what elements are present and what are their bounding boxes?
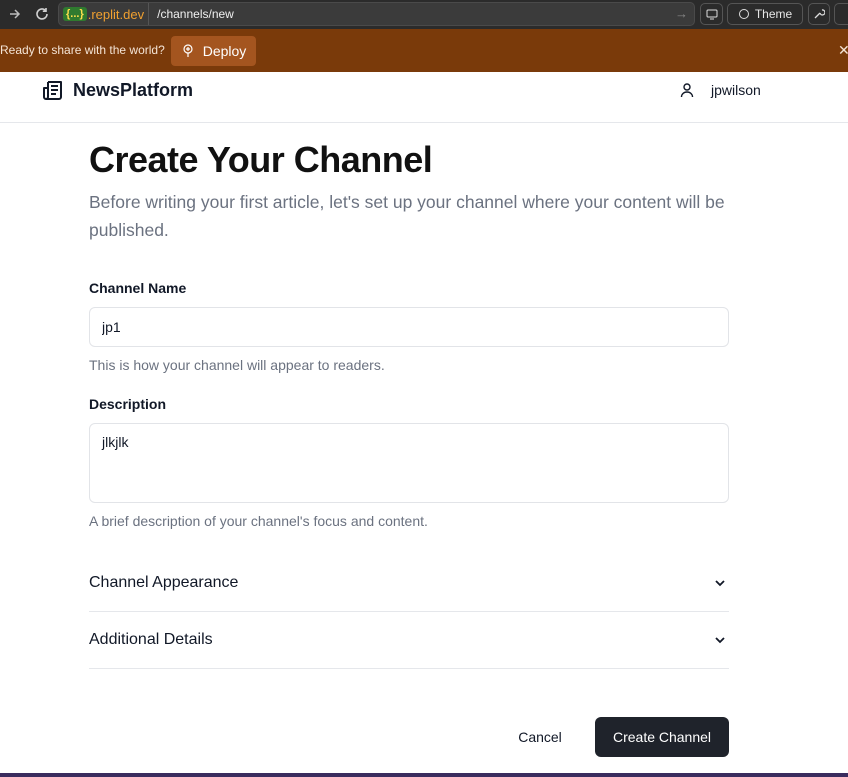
address-bar[interactable]: {...} .replit.dev /channels/new → xyxy=(58,2,695,26)
banner-text: Ready to share with the world? xyxy=(0,43,165,57)
monitor-icon xyxy=(706,9,717,20)
channel-name-label: Channel Name xyxy=(89,280,187,296)
deploy-label: Deploy xyxy=(202,43,247,59)
url-badge: {...} xyxy=(63,7,87,21)
app-header: NewsPlatform jpwilson xyxy=(0,72,848,123)
channel-name-help: This is how your channel will appear to … xyxy=(89,357,385,373)
theme-button[interactable]: Theme xyxy=(727,3,803,25)
theme-label: Theme xyxy=(754,7,793,21)
forward-icon[interactable] xyxy=(3,2,27,26)
section-label: Channel Appearance xyxy=(89,574,239,591)
browser-toolbar: {...} .replit.dev /channels/new → Theme xyxy=(0,0,848,29)
url-domain: {...} .replit.dev xyxy=(59,3,150,25)
description-textarea[interactable]: jlkjlk xyxy=(89,423,729,503)
channel-name-input[interactable] xyxy=(89,307,729,347)
palette-icon xyxy=(738,9,749,19)
additional-details-section[interactable]: Additional Details xyxy=(89,612,729,669)
reload-icon[interactable] xyxy=(30,2,54,26)
chevron-down-icon xyxy=(715,637,725,644)
devtools-button[interactable] xyxy=(700,3,723,25)
go-arrow-icon[interactable]: → xyxy=(675,6,688,21)
brand-name[interactable]: NewsPlatform xyxy=(73,80,193,101)
newspaper-icon[interactable] xyxy=(41,78,65,102)
user-icon[interactable] xyxy=(679,82,695,98)
wrench-button[interactable] xyxy=(808,3,830,25)
deploy-icon xyxy=(183,44,193,57)
description-help: A brief description of your channel's fo… xyxy=(89,513,428,529)
description-label: Description xyxy=(89,396,167,412)
bottom-strip xyxy=(0,773,848,777)
create-channel-button[interactable]: Create Channel xyxy=(595,717,729,757)
deploy-button[interactable]: Deploy xyxy=(171,36,256,66)
cancel-button[interactable]: Cancel xyxy=(504,717,576,757)
toolbar-more-button[interactable] xyxy=(834,3,848,25)
url-path: /channels/new xyxy=(157,7,234,21)
section-label: Additional Details xyxy=(89,631,213,648)
deploy-banner: Ready to share with the world? Deploy ✕ xyxy=(0,29,848,72)
wrench-icon xyxy=(814,9,825,19)
page-subtitle: Before writing your first article, let's… xyxy=(89,192,725,240)
username[interactable]: jpwilson xyxy=(711,82,761,98)
page-title: Create Your Channel xyxy=(89,139,433,180)
url-host: .replit.dev xyxy=(87,6,145,22)
chevron-down-icon xyxy=(715,580,725,587)
channel-appearance-section[interactable]: Channel Appearance xyxy=(89,555,729,612)
close-icon[interactable]: ✕ xyxy=(838,42,848,59)
